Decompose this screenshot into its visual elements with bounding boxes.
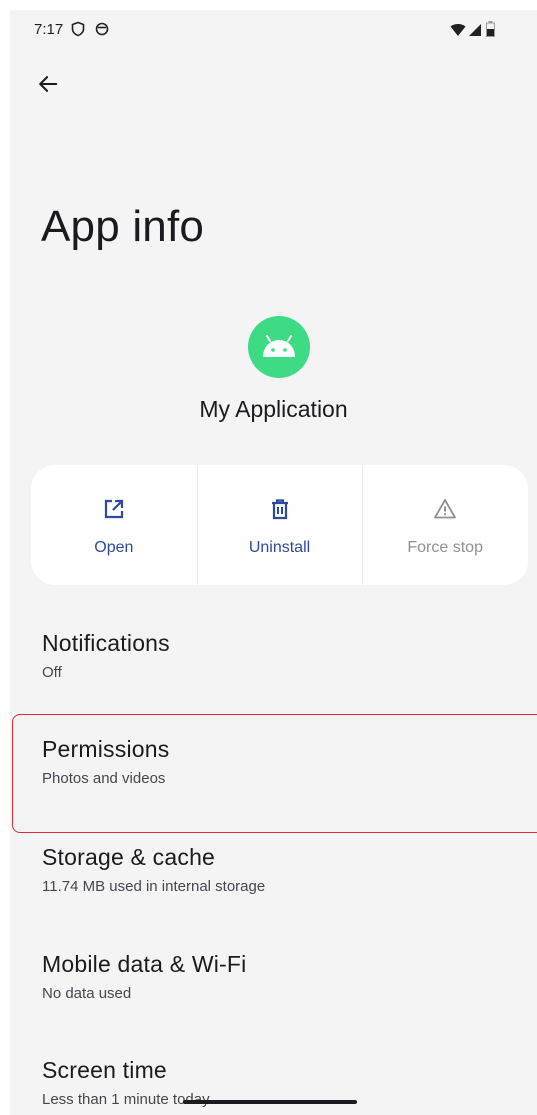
- mobile-data-summary: No data used: [42, 985, 132, 1002]
- battery-icon: [486, 21, 495, 42]
- screen-time-title: Screen time: [42, 1057, 167, 1083]
- open-external-icon: [104, 499, 123, 519]
- back-button[interactable]: [30, 66, 66, 102]
- permissions-summary: Photos and videos: [42, 770, 166, 787]
- app-name: My Application: [199, 396, 348, 422]
- cellular-icon: [468, 23, 482, 42]
- notifications-item[interactable]: Notifications Off: [10, 630, 537, 681]
- warning-icon: [434, 499, 457, 519]
- permissions-title: Permissions: [42, 736, 170, 762]
- force-stop-button[interactable]: Force stop: [362, 465, 528, 585]
- back-arrow-icon: [39, 76, 58, 92]
- force-stop-label: Force stop: [407, 539, 483, 556]
- vpn-icon: [70, 21, 86, 42]
- notifications-title: Notifications: [42, 630, 170, 656]
- app-info-screen: 7:17 App info My Application Open Uninst…: [10, 10, 537, 1115]
- mobile-data-item[interactable]: Mobile data & Wi-Fi No data used: [10, 951, 537, 1002]
- status-time: 7:17: [34, 21, 64, 38]
- action-buttons-row: Open Uninstall Force stop: [31, 465, 528, 585]
- mobile-data-title: Mobile data & Wi-Fi: [42, 951, 247, 977]
- trash-icon: [271, 499, 288, 520]
- android-icon: [248, 316, 310, 378]
- notifications-summary: Off: [42, 664, 62, 681]
- permissions-item[interactable]: Permissions Photos and videos: [10, 736, 537, 787]
- navigation-handle[interactable]: [183, 1100, 357, 1104]
- storage-title: Storage & cache: [42, 844, 216, 870]
- uninstall-label: Uninstall: [248, 539, 311, 556]
- open-label: Open: [94, 539, 134, 556]
- uninstall-button[interactable]: Uninstall: [196, 465, 363, 585]
- sync-icon: [94, 21, 110, 42]
- storage-summary: 11.74 MB used in internal storage: [42, 878, 266, 895]
- wifi-icon: [450, 23, 466, 42]
- storage-item[interactable]: Storage & cache 11.74 MB used in interna…: [10, 844, 537, 895]
- open-button[interactable]: Open: [31, 465, 197, 585]
- status-bar: 7:17: [10, 10, 537, 52]
- page-title: App info: [41, 202, 205, 251]
